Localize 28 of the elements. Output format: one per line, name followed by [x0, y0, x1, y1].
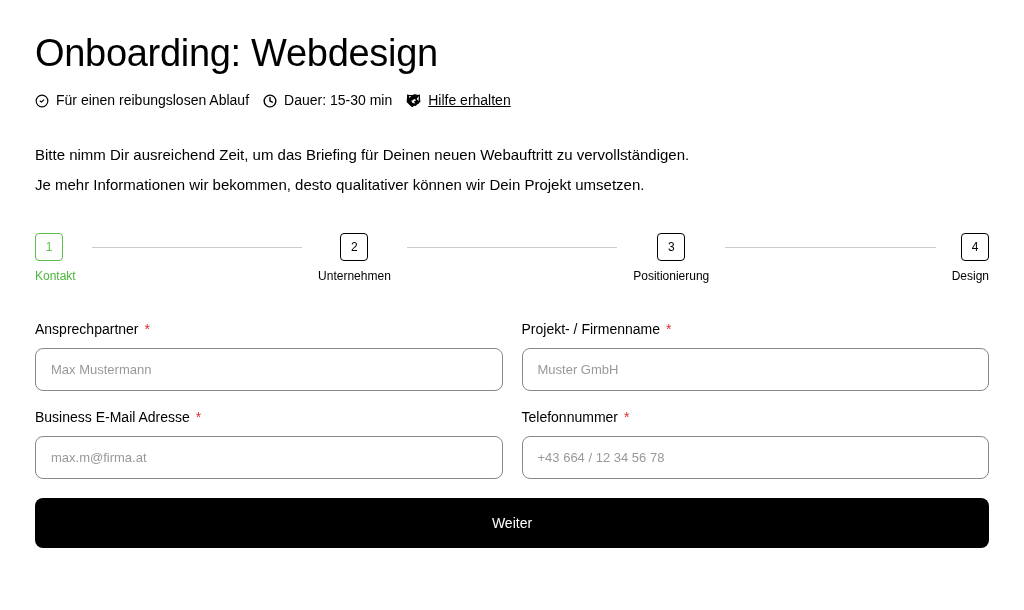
required-mark: *: [624, 408, 630, 427]
help-link[interactable]: Hilfe erhalten: [428, 90, 511, 111]
meta-text: Für einen reibungslosen Ablauf: [56, 91, 250, 110]
required-mark: *: [144, 320, 150, 339]
input-field[interactable]: max.m@firma.at: [35, 436, 503, 479]
input-field[interactable]: +43 664 / 12 34 56 78: [521, 436, 989, 479]
input-field[interactable]: Max Mustermann: [35, 348, 503, 391]
next-button[interactable]: Weiter: [35, 498, 989, 548]
step-number[interactable]: 2: [340, 233, 369, 261]
step-label: Kontakt: [35, 268, 76, 285]
meta-text: Dauer: 15-30 min: [284, 91, 393, 110]
intro-text: Bitte nimm Dir ausreichend Zeit, um das Briefing für Deinen neuen Webauftritt zu vervollständigen.: [35, 145, 691, 165]
field-label: Ansprechpartner: [35, 320, 139, 339]
input-field[interactable]: Muster GmbH: [521, 348, 989, 391]
step-label: Design: [951, 268, 989, 285]
check-circle-icon: [35, 93, 49, 108]
field-label: Telefonnummer: [521, 408, 618, 427]
clock-icon: [263, 93, 278, 108]
step-label: Positionierung: [633, 268, 710, 285]
field-label: Projekt- / Firmenname: [521, 320, 660, 339]
required-mark: *: [195, 408, 202, 427]
step-number[interactable]: 3: [657, 233, 686, 261]
intro-text: Je mehr Informationen wir bekommen, desto qualitativer können wir Dein Projekt umsetzen.: [35, 175, 646, 195]
step-label: Unternehmen: [318, 268, 391, 285]
required-mark: *: [666, 320, 672, 339]
step-number[interactable]: 4: [961, 233, 989, 261]
page-title: Onboarding: Webdesign: [35, 31, 439, 76]
field-label: Business E-Mail Adresse: [35, 408, 190, 427]
